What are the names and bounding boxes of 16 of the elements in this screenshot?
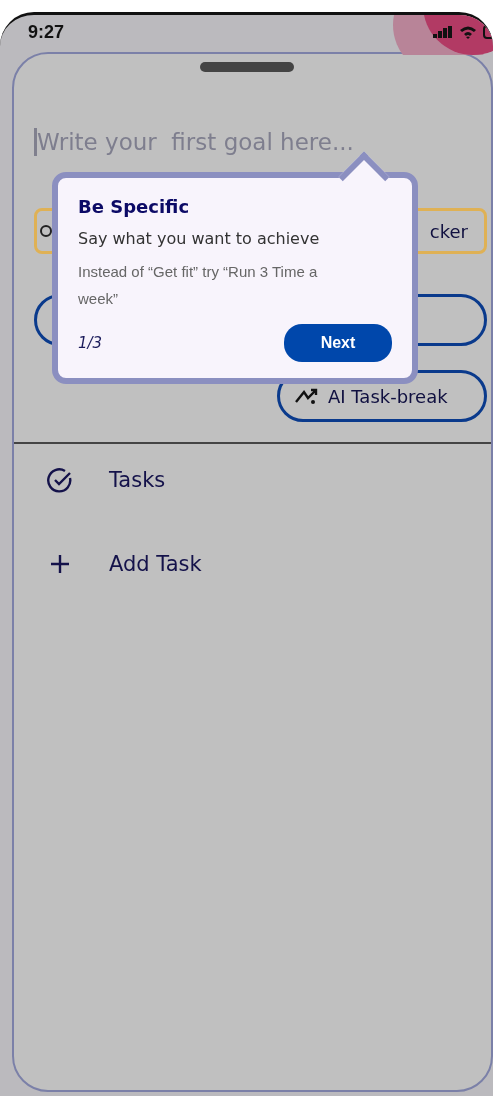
battery-icon: [483, 25, 493, 39]
status-time: 9:27: [28, 21, 65, 43]
goal-input-field[interactable]: Write your first goal here...: [37, 129, 457, 155]
step-counter: 1/3: [78, 334, 103, 352]
wifi-icon: [459, 25, 477, 39]
signal-icon: [433, 26, 453, 38]
text-cursor: [34, 128, 37, 156]
list-item[interactable]: Tasks: [46, 466, 296, 494]
tooltip-title: Be Specific: [78, 196, 191, 217]
tooltip-subtitle: Say what you want to achieve: [78, 229, 321, 248]
tooltip-text: Instead of “Get fit” try “Run 3 Time a week”: [78, 262, 319, 309]
next-button[interactable]: Next: [284, 324, 392, 362]
list-item[interactable]: Add Task: [46, 550, 296, 578]
circle-icon: [40, 225, 52, 237]
check-circle-icon: [46, 466, 74, 494]
drag-handle[interactable]: [200, 62, 294, 72]
